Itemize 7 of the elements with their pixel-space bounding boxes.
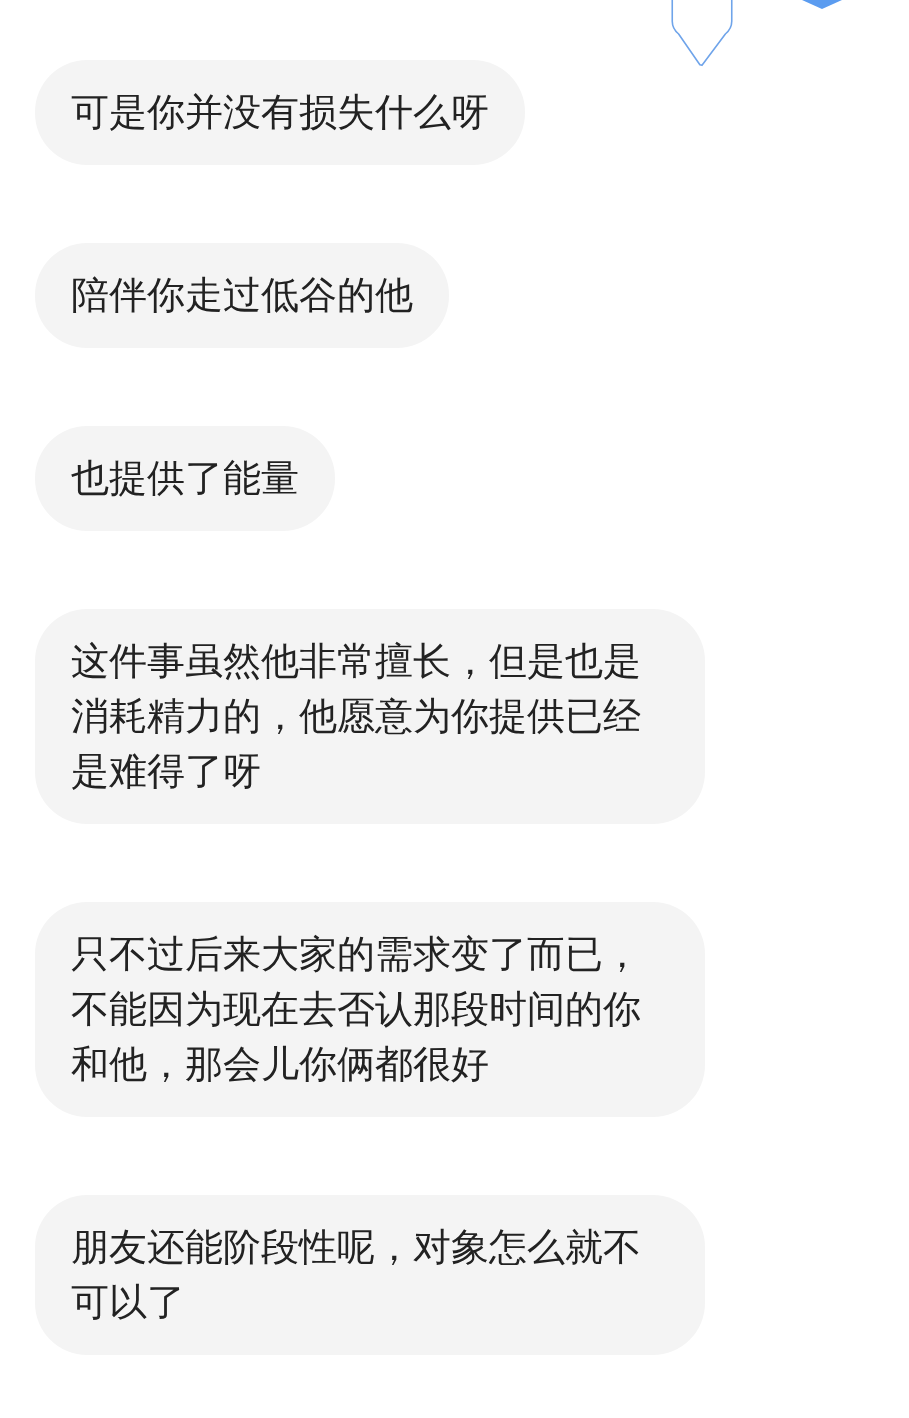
message-bubble: 朋友还能阶段性呢，对象怎么就不可以了 <box>35 1195 705 1355</box>
message-bubble: 这件事虽然他非常擅长，但是也是消耗精力的，他愿意为你提供已经是难得了呀 <box>35 609 705 824</box>
message-bubble: 只不过后来大家的需求变了而已，不能因为现在去否认那段时间的你和他，那会儿你俩都很好 <box>35 902 705 1117</box>
message-bubble: 也提供了能量 <box>35 426 335 531</box>
message-bubble: 陪伴你走过低谷的他 <box>35 243 449 348</box>
message-bubble: 可是你并没有损失什么呀 <box>35 60 525 165</box>
heart-icon <box>802 0 842 10</box>
